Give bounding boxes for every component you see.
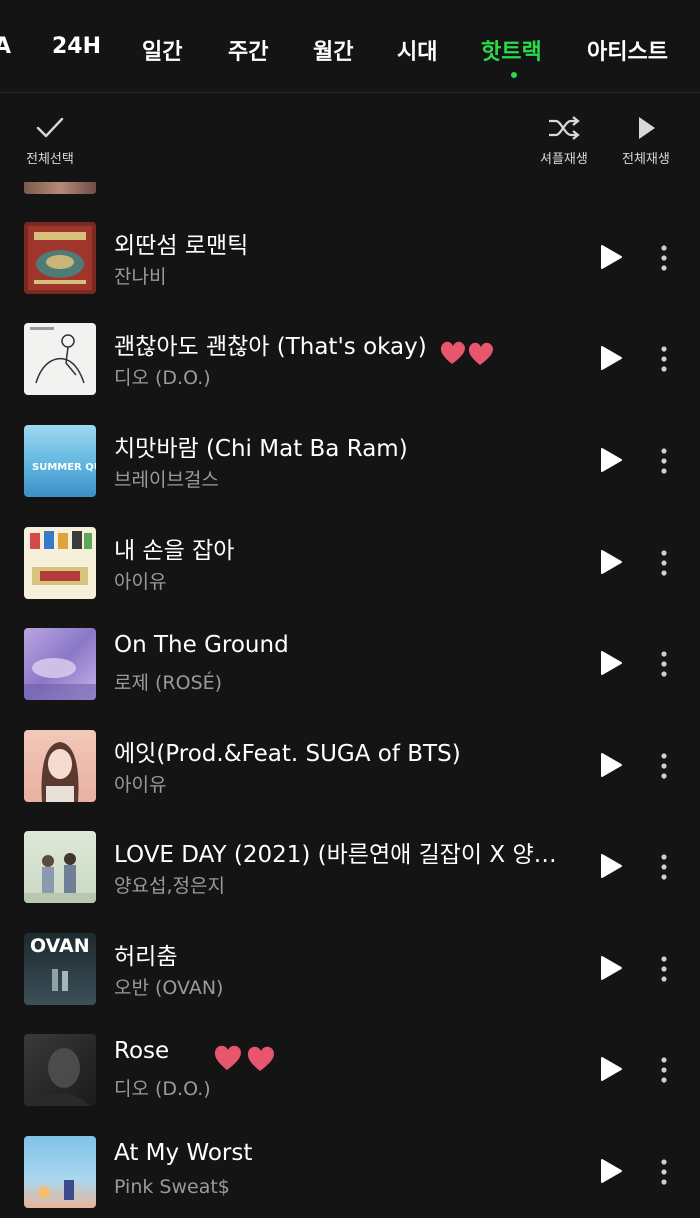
- checkmark-icon: [36, 117, 64, 138]
- song-title: LOVE DAY (2021) (바른연애 길잡이 X 양…: [114, 842, 557, 868]
- album-cover-text: SUMMER QUEEN: [32, 462, 96, 473]
- more-options-icon[interactable]: [654, 1054, 674, 1086]
- tab-hot-track[interactable]: 핫트랙: [481, 34, 542, 66]
- more-options-icon[interactable]: [654, 1156, 674, 1188]
- song-title: On The Ground: [114, 632, 289, 658]
- album-cover: [24, 1136, 96, 1208]
- more-options-icon[interactable]: [654, 851, 674, 883]
- select-all-button[interactable]: 전체선택: [26, 114, 74, 167]
- song-title: 허리춤: [114, 944, 178, 970]
- play-all-button[interactable]: 전체재생: [622, 114, 670, 167]
- song-row[interactable]: 괜찮아도 괜찮아 (That's okay) 디오 (D.O.): [0, 305, 700, 405]
- play-icon[interactable]: [598, 549, 624, 575]
- tab-weekly[interactable]: 주간: [228, 34, 268, 66]
- song-title: 외딴섬 로맨틱: [114, 233, 249, 259]
- song-row[interactable]: 내 손을 잡아 아이유: [0, 509, 700, 609]
- album-cover: [24, 1034, 96, 1106]
- shuffle-play-button[interactable]: 셔플재생: [540, 114, 588, 167]
- play-icon[interactable]: [598, 345, 624, 371]
- tab-24h[interactable]: 24H: [52, 34, 101, 59]
- song-row[interactable]: Rose 디오 (D.O.): [0, 1016, 700, 1116]
- tab-monthly[interactable]: 월간: [313, 34, 353, 66]
- more-options-icon[interactable]: [654, 242, 674, 274]
- select-all-label: 전체선택: [26, 152, 74, 167]
- song-row[interactable]: 에잇(Prod.&Feat. SUGA of BTS) 아이유: [0, 712, 700, 812]
- song-row[interactable]: At My Worst Pink Sweat$: [0, 1118, 700, 1218]
- song-artist: 아이유: [114, 571, 167, 593]
- song-title: At My Worst: [114, 1140, 253, 1166]
- song-title: Rose: [114, 1038, 170, 1064]
- play-icon[interactable]: [598, 447, 624, 473]
- play-icon[interactable]: [598, 752, 624, 778]
- song-row[interactable]: On The Ground 로제 (ROSÉ): [0, 610, 700, 710]
- play-icon[interactable]: [598, 650, 624, 676]
- song-row[interactable]: SUMMER QUEEN 치맛바람 (Chi Mat Ba Ram) 브레이브걸…: [0, 407, 700, 507]
- tab-partial-a[interactable]: A: [0, 34, 11, 59]
- song-title: 괜찮아도 괜찮아 (That's okay): [114, 334, 427, 360]
- song-artist: 아이유: [114, 774, 167, 796]
- song-artist: 디오 (D.O.): [114, 367, 211, 389]
- album-cover: SUMMER QUEEN: [24, 425, 96, 497]
- hearts-emoji-icon: [440, 341, 493, 365]
- shuffle-play-label: 셔플재생: [540, 152, 588, 167]
- play-icon: [638, 117, 655, 139]
- song-artist: 양요섭,정은지: [114, 875, 225, 897]
- album-cover: [24, 831, 96, 903]
- song-artist: 로제 (ROSÉ): [114, 672, 223, 694]
- album-cover: [24, 628, 96, 700]
- more-options-icon[interactable]: [654, 547, 674, 579]
- play-icon[interactable]: [598, 1056, 624, 1082]
- play-all-label: 전체재생: [622, 152, 670, 167]
- play-icon[interactable]: [598, 1158, 624, 1184]
- more-options-icon[interactable]: [654, 343, 674, 375]
- song-row[interactable]: OVAN 허리춤 오반 (OVAN): [0, 915, 700, 1015]
- tab-artist[interactable]: 아티스트: [587, 34, 668, 66]
- song-title: 치맛바람 (Chi Mat Ba Ram): [114, 436, 408, 462]
- play-icon[interactable]: [598, 244, 624, 270]
- album-cover: [24, 527, 96, 599]
- song-artist: 잔나비: [114, 266, 167, 288]
- more-options-icon[interactable]: [654, 648, 674, 680]
- album-cover: [24, 323, 96, 395]
- song-row[interactable]: 외딴섬 로맨틱 잔나비: [0, 204, 700, 304]
- tab-era[interactable]: 시대: [397, 34, 437, 66]
- song-title: 내 손을 잡아: [114, 538, 235, 564]
- more-options-icon[interactable]: [654, 750, 674, 782]
- album-cover: OVAN: [24, 933, 96, 1005]
- partial-album-cover: [24, 182, 96, 194]
- song-artist: 오반 (OVAN): [114, 977, 224, 999]
- shuffle-icon: [548, 116, 580, 140]
- active-tab-indicator: [511, 72, 517, 78]
- song-row[interactable]: LOVE DAY (2021) (바른연애 길잡이 X 양… 양요섭,정은지: [0, 813, 700, 913]
- song-artist: 브레이브걸스: [114, 469, 219, 491]
- song-artist: Pink Sweat$: [114, 1176, 230, 1198]
- more-options-icon[interactable]: [654, 953, 674, 985]
- song-title: 에잇(Prod.&Feat. SUGA of BTS): [114, 741, 461, 767]
- chart-tab-bar: A 24H 일간 주간 월간 시대 핫트랙 아티스트: [0, 0, 700, 93]
- tab-daily[interactable]: 일간: [142, 34, 182, 66]
- album-cover: [24, 730, 96, 802]
- play-icon[interactable]: [598, 955, 624, 981]
- hearts-emoji-icon: [214, 1045, 274, 1071]
- list-toolbar: 전체선택 셔플재생 전체재생: [0, 92, 700, 182]
- song-artist: 디오 (D.O.): [114, 1078, 211, 1100]
- play-icon[interactable]: [598, 853, 624, 879]
- album-cover: [24, 222, 96, 294]
- more-options-icon[interactable]: [654, 445, 674, 477]
